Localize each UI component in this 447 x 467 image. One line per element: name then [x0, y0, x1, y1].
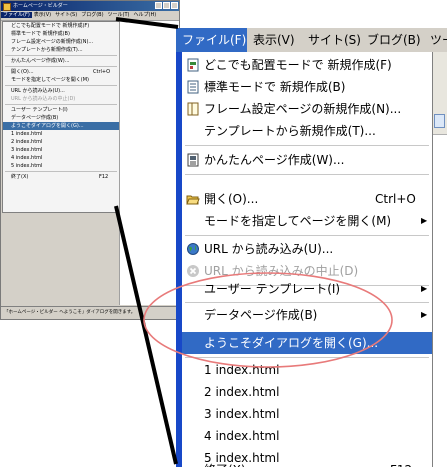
frame-page-icon: [187, 102, 199, 116]
new-page-standard-icon: [187, 80, 199, 94]
window-controls: [154, 2, 178, 13]
menu-item-label: かんたんページ作成(W)...: [204, 153, 345, 167]
thumb-item[interactable]: ユーザー テンプレート(I): [3, 106, 119, 114]
thumbnail-status-bar: 「ホームページ・ビルダー へようこそ」ダイアログを開きます。: [1, 306, 179, 319]
thumb-separator: [5, 104, 117, 105]
menu-item-label: 開く(O)...: [204, 192, 259, 206]
zoomed-view: ファイル(F) 表示(V) サイト(S) ブログ(B) ツール( どこでも配置モ…: [176, 28, 447, 467]
file-menu-dropdown: どこでも配置モードで 新規作成(F) 標準モードで 新規作成(B) フレーム設定…: [182, 52, 433, 467]
menubar: ファイル(F) 表示(V) サイト(S) ブログ(B) ツール(: [176, 28, 447, 53]
thumb-item-open[interactable]: 開く(O)... Ctrl+O: [3, 68, 119, 76]
thumbnail-editor-area: [119, 21, 179, 305]
menu-item-welcome-dialog[interactable]: ようこそダイアログを開く(G)...: [182, 332, 432, 354]
thumb-item[interactable]: データページ作成(B): [3, 114, 119, 122]
menu-view[interactable]: 表示(V): [247, 28, 302, 52]
menu-blog[interactable]: ブログ(B): [361, 28, 424, 52]
toolbar-button[interactable]: [434, 114, 445, 128]
submenu-arrow-icon: ▶: [421, 284, 428, 293]
thumb-item[interactable]: 2 index.html: [3, 138, 119, 146]
menu-item-new-frame[interactable]: フレーム設定ページの新規作成(N)...: [182, 98, 432, 120]
stop-icon: [187, 265, 199, 277]
menu-item-new-template[interactable]: テンプレートから新規作成(T)...: [182, 120, 432, 142]
new-page-anywhere-icon: [187, 58, 199, 72]
thumb-item[interactable]: かんたんページ作成(W)...: [3, 57, 119, 65]
thumb-item-welcome[interactable]: ようこそダイアログを開く(G)...: [3, 122, 119, 130]
thumb-item[interactable]: 5 index.html: [3, 162, 119, 170]
thumb-separator: [5, 171, 117, 172]
thumbnail-screenshot: ホームページ・ビルダー ファイル(F) 表示(V) サイト(S) ブログ(B) ツール(…: [0, 0, 180, 320]
menu-item-recent-2[interactable]: 2 index.html: [182, 381, 432, 403]
app-icon: [3, 3, 11, 11]
menu-item-url-load[interactable]: URL から読み込み(U)...: [182, 238, 432, 260]
minimize-button[interactable]: [155, 2, 162, 9]
menu-site[interactable]: サイト(S): [302, 28, 361, 52]
thumb-item: URL から読み込みの中止(D): [11, 96, 76, 102]
menu-item-label: フレーム設定ページの新規作成(N)...: [204, 102, 402, 116]
thumb-menu-tools[interactable]: ツール(T): [106, 12, 132, 18]
menu-item-label: どこでも配置モードで 新規作成(F): [204, 58, 392, 72]
menu-item-recent-3[interactable]: 3 index.html: [182, 403, 432, 425]
thumb-menu-view[interactable]: 表示(V): [32, 12, 53, 18]
submenu-arrow-icon: ▶: [421, 216, 428, 225]
menu-item-new-standard[interactable]: 標準モードで 新規作成(B): [182, 76, 432, 98]
menu-separator: [185, 235, 429, 236]
menu-separator: [185, 357, 429, 358]
menu-item-recent-1[interactable]: 1 index.html: [182, 359, 432, 381]
menu-item-label: 3 index.html: [204, 407, 280, 421]
menu-item-label: 4 index.html: [204, 429, 280, 443]
menu-item-label: データページ作成(B): [204, 308, 318, 322]
menu-item-user-template[interactable]: ユーザー テンプレート(I) ▶: [182, 278, 432, 300]
menu-item-recent-4[interactable]: 4 index.html: [182, 425, 432, 447]
menu-item-label: テンプレートから新規作成(T)...: [204, 124, 376, 138]
thumb-menu-blog[interactable]: ブログ(B): [79, 12, 105, 18]
menu-tools[interactable]: ツール(: [424, 28, 447, 52]
thumb-item[interactable]: テンプレートから新規作成(T)...: [3, 46, 119, 54]
menu-item-label: URL から読み込み(U)...: [204, 242, 334, 256]
menu-item-open[interactable]: 開く(O)... Ctrl+O: [182, 188, 432, 210]
menu-item-open-mode[interactable]: モードを指定してページを開く(M) ▶: [182, 210, 432, 232]
thumbnail-title-bar: ホームページ・ビルダー: [1, 1, 179, 11]
thumb-item[interactable]: 1 index.html: [3, 130, 119, 138]
thumb-item[interactable]: フレーム設定ページの新規作成(N)...: [3, 38, 119, 46]
thumb-item[interactable]: 3 index.html: [3, 146, 119, 154]
menu-separator: [185, 174, 429, 175]
url-load-globe-icon: [187, 243, 199, 255]
menu-separator: [185, 302, 429, 303]
open-folder-icon: [186, 195, 200, 205]
thumb-item[interactable]: URL から読み込み(U)...: [3, 87, 119, 95]
thumb-item[interactable]: どこでも配置モードで 新規作成(F): [3, 22, 119, 30]
menu-item-label: 標準モードで 新規作成(B): [204, 80, 346, 94]
thumb-menu-site[interactable]: サイト(S): [53, 12, 79, 18]
submenu-arrow-icon: ▶: [421, 310, 428, 319]
menu-file[interactable]: ファイル(F): [176, 28, 247, 52]
editor-background: [433, 52, 447, 467]
menu-item-label: 終了(X): [204, 459, 246, 467]
thumb-separator: [5, 55, 117, 56]
menu-item-new-anywhere[interactable]: どこでも配置モードで 新規作成(F): [182, 54, 432, 76]
menu-item-label: モードを指定してページを開く(M): [204, 214, 392, 228]
thumbnail-menubar: ファイル(F) 表示(V) サイト(S) ブログ(B) ツール(T) ヘルプ(H): [1, 11, 179, 21]
thumb-separator: [5, 66, 117, 67]
menu-item-shortcut: Ctrl+O: [375, 192, 416, 206]
menu-item-shortcut: F12: [390, 459, 412, 467]
maximize-button[interactable]: [163, 2, 170, 9]
thumb-menu-file[interactable]: ファイル(F): [1, 12, 32, 18]
thumbnail-file-menu: どこでも配置モードで 新規作成(F) 標準モードで 新規作成(B) フレーム設定…: [2, 21, 120, 213]
thumb-item[interactable]: 4 index.html: [3, 154, 119, 162]
easy-page-icon: [187, 153, 199, 167]
menu-item-label: ユーザー テンプレート(I): [204, 282, 341, 296]
menu-item-label: ようこそダイアログを開く(G)...: [204, 336, 379, 350]
menu-item-label: 2 index.html: [204, 385, 280, 399]
thumb-item-exit[interactable]: 終了(X) F12: [3, 173, 119, 181]
menu-separator: [185, 145, 429, 146]
menu-item-data-page[interactable]: データページ作成(B) ▶: [182, 304, 432, 326]
menu-item-label: 1 index.html: [204, 363, 280, 377]
menu-item-exit[interactable]: 終了(X) F12: [182, 459, 432, 467]
thumb-item[interactable]: 標準モードで 新規作成(B): [3, 30, 119, 38]
thumbnail-title: ホームページ・ビルダー: [13, 3, 68, 9]
menu-item-easy-page[interactable]: かんたんページ作成(W)...: [182, 149, 432, 171]
thumb-separator: [5, 85, 117, 86]
close-button[interactable]: [171, 2, 178, 9]
thumb-item[interactable]: モードを指定してページを開く(M): [3, 76, 119, 84]
